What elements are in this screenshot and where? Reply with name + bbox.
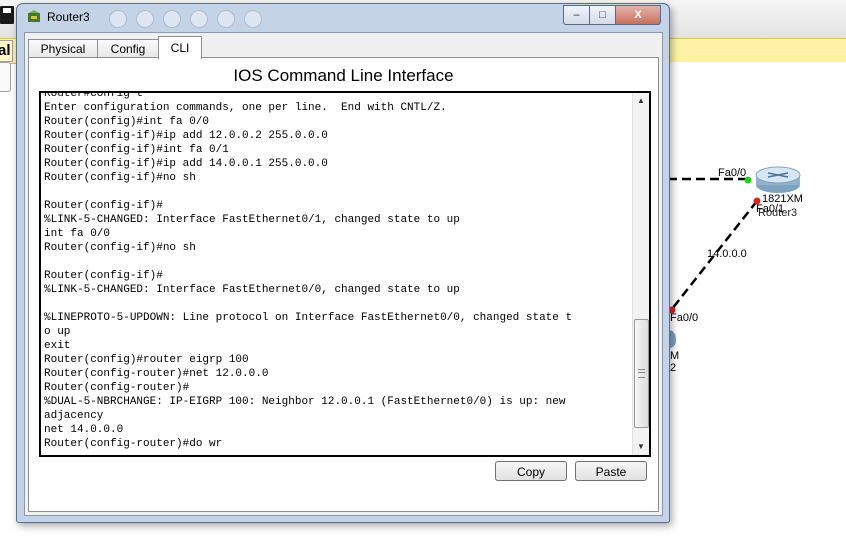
terminal-output: Router#config t Enter configuration comma… xyxy=(44,91,632,451)
ghost-icon-2 xyxy=(136,10,154,28)
network-label: 14.0.0.0 xyxy=(707,248,747,260)
device-label-partial-1: M xyxy=(670,350,680,362)
scroll-down-arrow-icon[interactable]: ▼ xyxy=(633,439,649,455)
terminal-line: Router(config-if)# xyxy=(44,270,163,282)
terminal-line: Router(config-router)# xyxy=(44,382,190,394)
ghost-icon-4 xyxy=(190,10,208,28)
terminal-line: Router(config-router)#net 12.0.0.0 xyxy=(44,368,269,380)
router-dialog-window: Router3 – □ X Physical Config CLI IOS Co… xyxy=(16,3,670,523)
terminal-line: Router(config-if)# xyxy=(44,200,163,212)
tab-cli[interactable]: CLI xyxy=(158,36,202,59)
window-title: Router3 xyxy=(47,10,90,24)
scroll-up-arrow-icon[interactable]: ▲ xyxy=(633,93,649,109)
interface-label-fa00-lower: Fa0/0 xyxy=(670,312,699,324)
paste-button[interactable]: Paste xyxy=(575,461,647,481)
terminal-line: Enter configuration commands, one per li… xyxy=(44,102,447,114)
router-icon[interactable] xyxy=(755,166,801,193)
cli-heading: IOS Command Line Interface xyxy=(233,66,454,85)
copy-button[interactable]: Copy xyxy=(495,461,567,481)
ghost-icon-5 xyxy=(217,10,235,28)
terminal-line: adjacency xyxy=(44,410,104,422)
terminal-line: %LINK-5-CHANGED: Interface FastEthernet0… xyxy=(44,284,460,296)
terminal-line: Router(config-router)#do wr xyxy=(44,438,223,450)
terminal-line: Router(config-if)#no sh xyxy=(44,172,196,184)
cli-terminal[interactable]: Router#config t Enter configuration comma… xyxy=(39,91,651,457)
device-label-partial-2: 2 xyxy=(670,362,677,374)
cli-tab-panel: IOS Command Line Interface Router#config… xyxy=(28,57,659,512)
tab-physical[interactable]: Physical xyxy=(28,39,98,58)
router-app-icon xyxy=(28,10,40,22)
scrollbar-thumb[interactable] xyxy=(634,318,649,428)
ghost-icon-3 xyxy=(163,10,181,28)
terminal-line: Router(config-if)#ip add 12.0.0.2 255.0.… xyxy=(44,130,328,142)
minimize-button[interactable]: – xyxy=(563,5,590,25)
terminal-line: Router(config-if)#ip add 14.0.0.1 255.0.… xyxy=(44,158,328,170)
close-button[interactable]: X xyxy=(615,5,661,25)
dialog-client-area: Physical Config CLI IOS Command Line Int… xyxy=(24,32,663,516)
ghost-toolbar-icons xyxy=(109,10,271,28)
terminal-line: int fa 0/0 xyxy=(44,228,111,240)
router-name-label: Router3 xyxy=(758,207,798,219)
terminal-line: Router#config t xyxy=(44,91,144,100)
tab-config[interactable]: Config xyxy=(97,39,159,58)
terminal-line: Router(config)#int fa 0/0 xyxy=(44,116,210,128)
ghost-icon-1 xyxy=(109,10,127,28)
terminal-line: %LINK-5-CHANGED: Interface FastEthernet0… xyxy=(44,214,460,226)
maximize-button[interactable]: □ xyxy=(589,5,616,25)
terminal-line: net 14.0.0.0 xyxy=(44,424,124,436)
terminal-line: Router(config-if)#no sh xyxy=(44,242,196,254)
terminal-line: exit xyxy=(44,340,71,352)
terminal-line: %DUAL-5-NBRCHANGE: IP-EIGRP 100: Neighbo… xyxy=(44,396,566,408)
terminal-line: %LINEPROTO-5-UPDOWN: Line protocol on In… xyxy=(44,312,573,324)
terminal-line: Router(config-if)#int fa 0/1 xyxy=(44,144,229,156)
ghost-icon-6 xyxy=(244,10,262,28)
terminal-line: Router(config)#router eigrp 100 xyxy=(44,354,249,366)
title-bar[interactable]: Router3 – □ X xyxy=(17,4,669,32)
interface-label-fa00: Fa0/0 xyxy=(718,167,747,179)
terminal-scrollbar[interactable]: ▲ ▼ xyxy=(632,93,649,455)
scroll-grip-icon xyxy=(638,369,645,379)
terminal-line: o up xyxy=(44,326,71,338)
